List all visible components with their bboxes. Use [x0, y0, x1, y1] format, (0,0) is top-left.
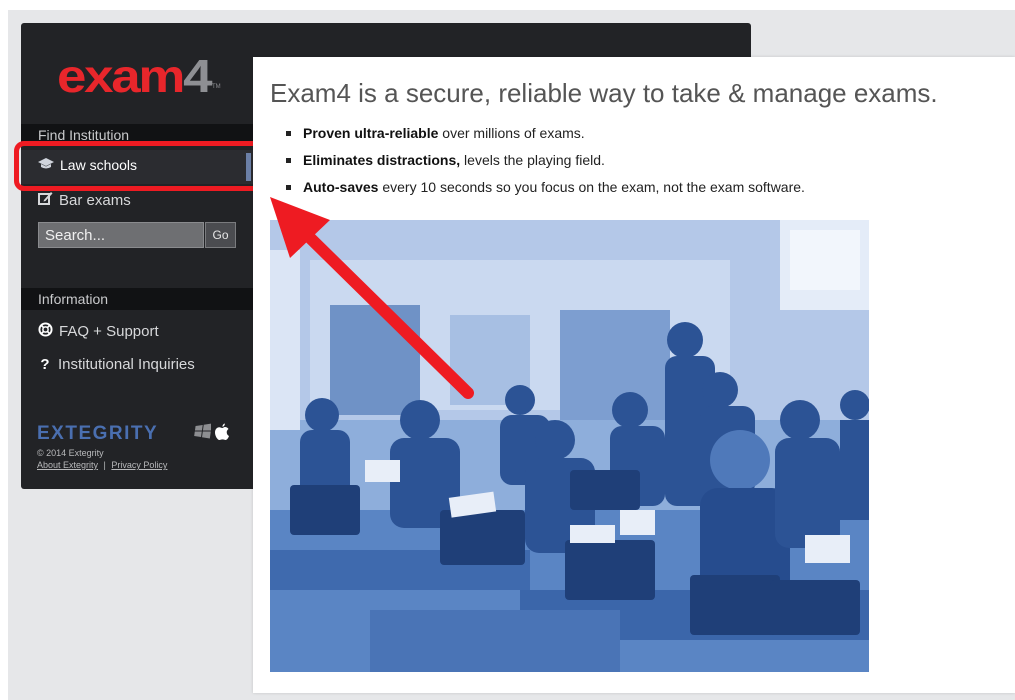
- sidebar-item-bar-exams[interactable]: Bar exams: [38, 191, 131, 209]
- information-heading: Information: [21, 288, 253, 310]
- classroom-typewriters-photo: [270, 220, 869, 672]
- windows-icon: [193, 423, 212, 446]
- sidebar-item-label: FAQ + Support: [59, 323, 159, 340]
- feature-list: Proven ultra-reliable over millions of e…: [286, 125, 805, 206]
- list-item: Eliminates distractions, levels the play…: [286, 152, 805, 179]
- sidebar-item-faq-support[interactable]: FAQ + Support: [38, 322, 159, 341]
- list-item: Proven ultra-reliable over millions of e…: [286, 125, 805, 152]
- apple-icon: [214, 423, 230, 446]
- edit-icon: [38, 191, 53, 209]
- extegrity-logo[interactable]: EXTEGRITY: [37, 423, 158, 445]
- platform-icons: [193, 423, 230, 446]
- logo-trademark: TM: [212, 84, 221, 90]
- footer-links: About Extegrity | Privacy Policy: [37, 460, 167, 470]
- privacy-policy-link[interactable]: Privacy Policy: [111, 460, 167, 470]
- copyright-text: © 2014 Extegrity: [37, 448, 104, 458]
- sidebar-item-label: Bar exams: [59, 191, 131, 209]
- about-extegrity-link[interactable]: About Extegrity: [37, 460, 98, 470]
- footer-separator: |: [103, 460, 106, 470]
- search-input[interactable]: [38, 222, 204, 248]
- page-headline: Exam4 is a secure, reliable way to take …: [270, 78, 938, 108]
- lifebuoy-icon: [38, 322, 53, 341]
- sidebar-item-label: Institutional Inquiries: [58, 356, 195, 373]
- question-icon: ?: [40, 356, 50, 373]
- list-item: Auto-saves every 10 seconds so you focus…: [286, 179, 805, 206]
- sidebar-item-institutional-inquiries[interactable]: ? Institutional Inquiries: [38, 356, 195, 373]
- law-schools-highlight-box: [14, 141, 268, 191]
- search-go-button[interactable]: Go: [205, 222, 236, 248]
- exam4-logo[interactable]: exam4: [57, 53, 212, 99]
